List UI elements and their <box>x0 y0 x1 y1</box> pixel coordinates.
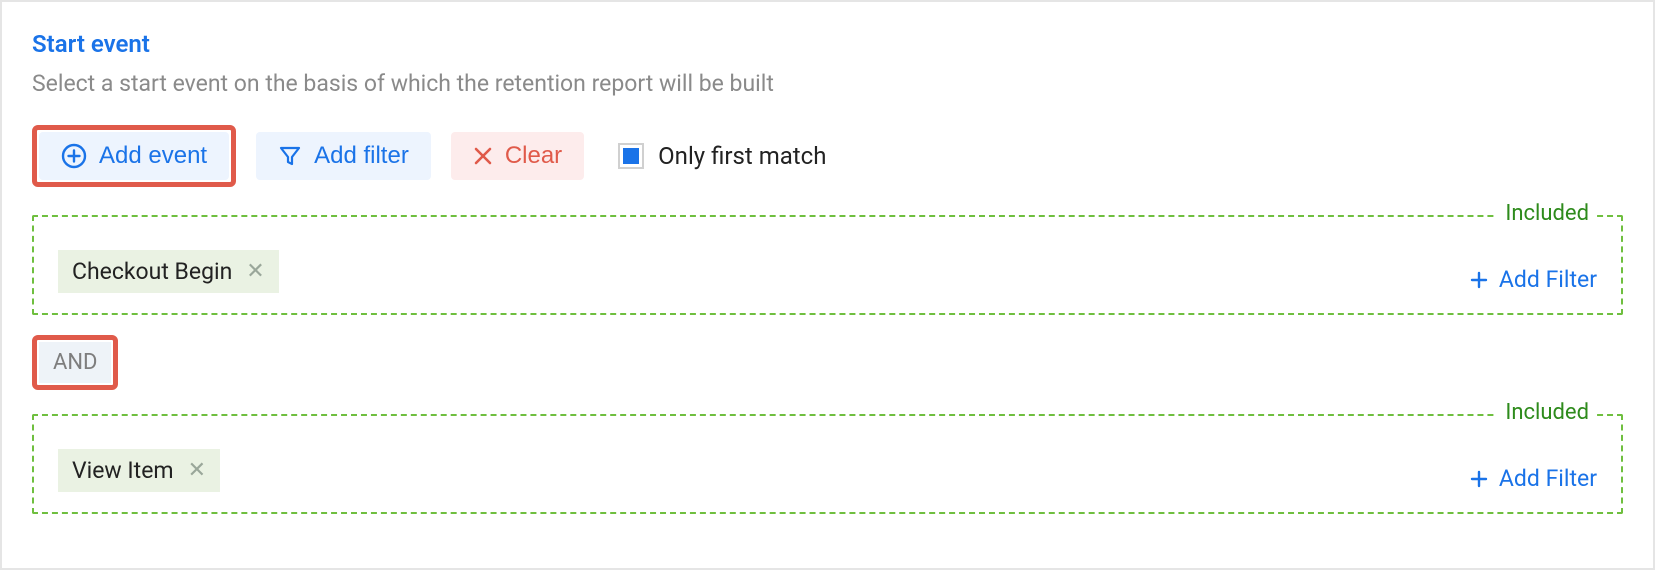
section-subtitle: Select a start event on the basis of whi… <box>32 70 1623 97</box>
event-block-legend: Included <box>1497 400 1597 425</box>
add-filter-label: Add filter <box>314 142 409 170</box>
plus-icon <box>1469 270 1489 290</box>
plus-icon <box>1469 469 1489 489</box>
funnel-icon <box>278 144 302 168</box>
event-block-legend: Included <box>1497 201 1597 226</box>
event-chip-label: Checkout Begin <box>72 258 232 285</box>
highlight-logic-operator: AND <box>32 335 118 390</box>
event-add-filter-button[interactable]: Add Filter <box>1469 266 1597 293</box>
plus-circle-icon <box>61 143 87 169</box>
close-icon[interactable]: ✕ <box>246 259 264 284</box>
only-first-match-label: Only first match <box>658 142 826 170</box>
logic-operator-chip[interactable]: AND <box>39 342 111 383</box>
close-icon[interactable]: ✕ <box>188 458 206 483</box>
event-chip[interactable]: Checkout Begin ✕ <box>58 250 279 293</box>
event-block: Included View Item ✕ Add Filter <box>32 414 1623 514</box>
section-title: Start event <box>32 30 1623 58</box>
logic-row: AND <box>32 335 1623 390</box>
add-filter-button[interactable]: Add filter <box>256 132 431 180</box>
toolbar: Add event Add filter Clear Only first ma… <box>32 125 1623 187</box>
only-first-match-toggle[interactable]: Only first match <box>618 142 826 170</box>
checkbox-icon <box>618 143 644 169</box>
event-add-filter-label: Add Filter <box>1499 465 1597 492</box>
clear-button[interactable]: Clear <box>451 132 584 180</box>
event-block: Included Checkout Begin ✕ Add Filter <box>32 215 1623 315</box>
clear-label: Clear <box>505 142 562 170</box>
event-add-filter-button[interactable]: Add Filter <box>1469 465 1597 492</box>
event-chip-label: View Item <box>72 457 174 484</box>
x-icon <box>473 146 493 166</box>
highlight-add-event: Add event <box>32 125 236 187</box>
event-add-filter-label: Add Filter <box>1499 266 1597 293</box>
event-chip[interactable]: View Item ✕ <box>58 449 220 492</box>
add-event-button[interactable]: Add event <box>39 132 229 180</box>
add-event-label: Add event <box>99 142 207 170</box>
logic-operator-label: AND <box>53 350 97 375</box>
start-event-panel: Start event Select a start event on the … <box>0 0 1655 570</box>
